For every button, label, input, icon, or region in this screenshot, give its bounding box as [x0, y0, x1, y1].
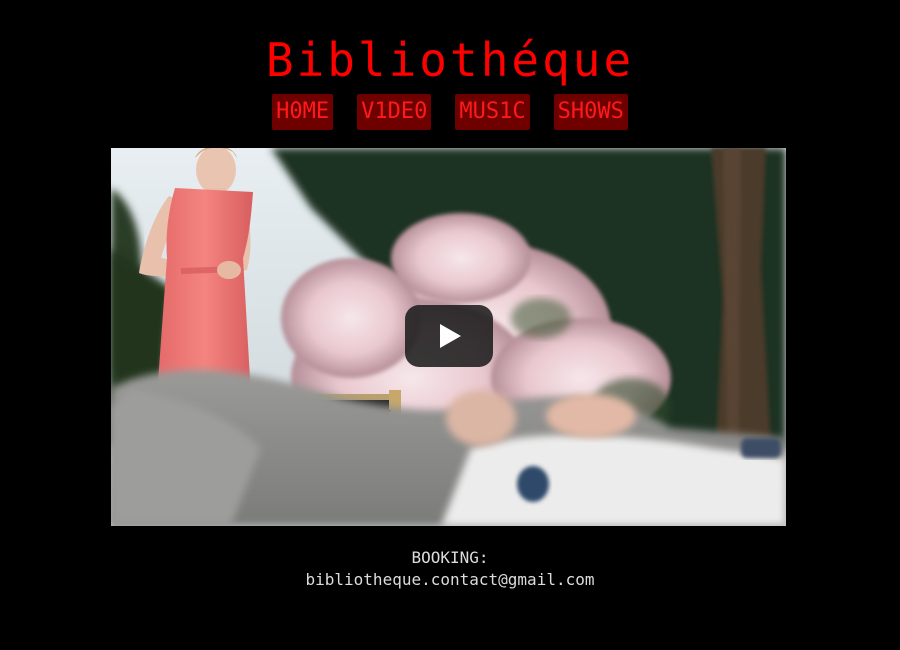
main-nav: H0ME V1DE0 MUS1C SH0WS: [0, 94, 900, 130]
booking-email-link[interactable]: bibliotheque.contact@gmail.com: [306, 570, 595, 589]
nav-home-link[interactable]: H0ME: [272, 94, 334, 130]
booking-info: BOOKING: bibliotheque.contact@gmail.com: [0, 547, 900, 591]
page: Bibliothéque H0ME V1DE0 MUS1C SH0WS BOOK…: [0, 0, 900, 650]
booking-label: BOOKING:: [411, 548, 489, 567]
nav-music-link[interactable]: MUS1C: [455, 94, 530, 130]
site-title: Bibliothéque: [265, 33, 635, 87]
nav-shows-link[interactable]: SH0WS: [553, 94, 628, 130]
video-player[interactable]: [111, 148, 786, 526]
play-button[interactable]: [405, 305, 493, 367]
nav-video-link[interactable]: V1DE0: [357, 94, 432, 130]
play-icon: [440, 324, 461, 348]
